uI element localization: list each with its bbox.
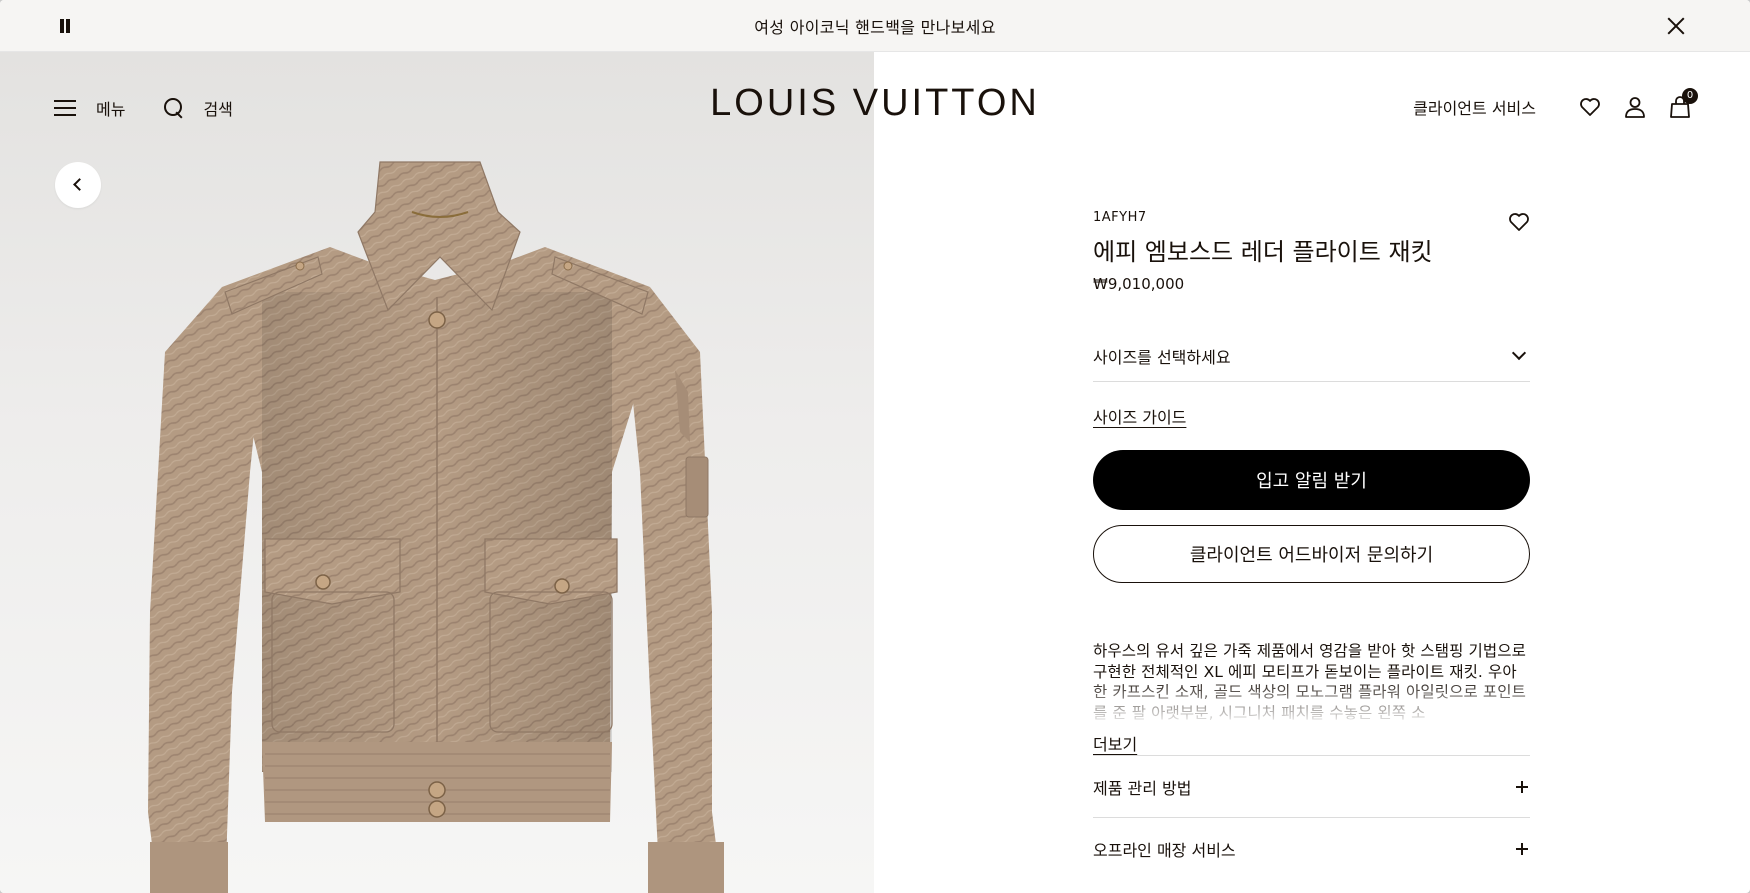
product-wishlist-button[interactable] bbox=[1508, 212, 1530, 236]
close-icon[interactable] bbox=[1666, 16, 1686, 36]
product-sku: 1AFYH7 bbox=[1093, 210, 1147, 225]
announcement-bar: 여성 아이코닉 핸드백을 만나보세요 bbox=[0, 0, 1750, 52]
product-info-panel: 1AFYH7 에피 엠보스드 레더 플라이트 재킷 ₩9,010,000 사이즈… bbox=[1093, 210, 1530, 879]
contact-advisor-button[interactable]: 클라이언트 어드바이저 문의하기 bbox=[1093, 525, 1530, 583]
product-title: 에피 엠보스드 레더 플라이트 재킷 bbox=[1093, 238, 1433, 266]
size-select-label: 사이즈를 선택하세요 bbox=[1093, 347, 1231, 367]
product-price: ₩9,010,000 bbox=[1093, 275, 1185, 293]
read-more-link[interactable]: 더보기 bbox=[1093, 731, 1137, 755]
size-select[interactable]: 사이즈를 선택하세요 bbox=[1093, 330, 1530, 382]
cart-count-badge: 0 bbox=[1682, 88, 1698, 104]
header-right: 클라이언트 서비스 0 bbox=[1413, 88, 1698, 122]
accordion-store-services[interactable]: 오프라인 매장 서비스 bbox=[1093, 817, 1530, 879]
size-guide-link[interactable]: 사이즈 가이드 bbox=[1093, 404, 1186, 428]
accordion-label: 오프라인 매장 서비스 bbox=[1093, 840, 1236, 860]
client-services-link[interactable]: 클라이언트 서비스 bbox=[1413, 95, 1536, 119]
product-image-jacket bbox=[148, 161, 724, 893]
accordion-label: 제품 관리 방법 bbox=[1093, 778, 1192, 798]
chevron-left-icon bbox=[73, 178, 86, 191]
plus-icon bbox=[1516, 780, 1528, 793]
accordion-care[interactable]: 제품 관리 방법 bbox=[1093, 755, 1530, 817]
announcement-message[interactable]: 여성 아이코닉 핸드백을 만나보세요 bbox=[0, 14, 1750, 38]
notify-me-button[interactable]: 입고 알림 받기 bbox=[1093, 450, 1530, 510]
product-description: 하우스의 유서 깊은 가죽 제품에서 영감을 받아 핫 스탬핑 기법으로 구현한… bbox=[1093, 641, 1530, 723]
product-image-pane bbox=[0, 52, 874, 893]
heart-icon bbox=[1509, 213, 1529, 231]
wishlist-button[interactable] bbox=[1575, 92, 1605, 122]
account-button[interactable] bbox=[1620, 92, 1650, 122]
chevron-down-icon bbox=[1511, 345, 1527, 360]
browser-frame: 여성 아이코닉 핸드백을 만나보세요 메뉴 검색 LOUIS VUITTON 클… bbox=[0, 0, 1750, 893]
cart-button[interactable]: 0 bbox=[1665, 88, 1698, 122]
previous-image-button[interactable] bbox=[55, 162, 101, 208]
heart-icon bbox=[1580, 98, 1600, 116]
plus-icon bbox=[1516, 842, 1528, 855]
account-icon bbox=[1625, 97, 1645, 118]
product-page: 여성 아이코닉 핸드백을 만나보세요 메뉴 검색 LOUIS VUITTON 클… bbox=[0, 0, 1750, 893]
